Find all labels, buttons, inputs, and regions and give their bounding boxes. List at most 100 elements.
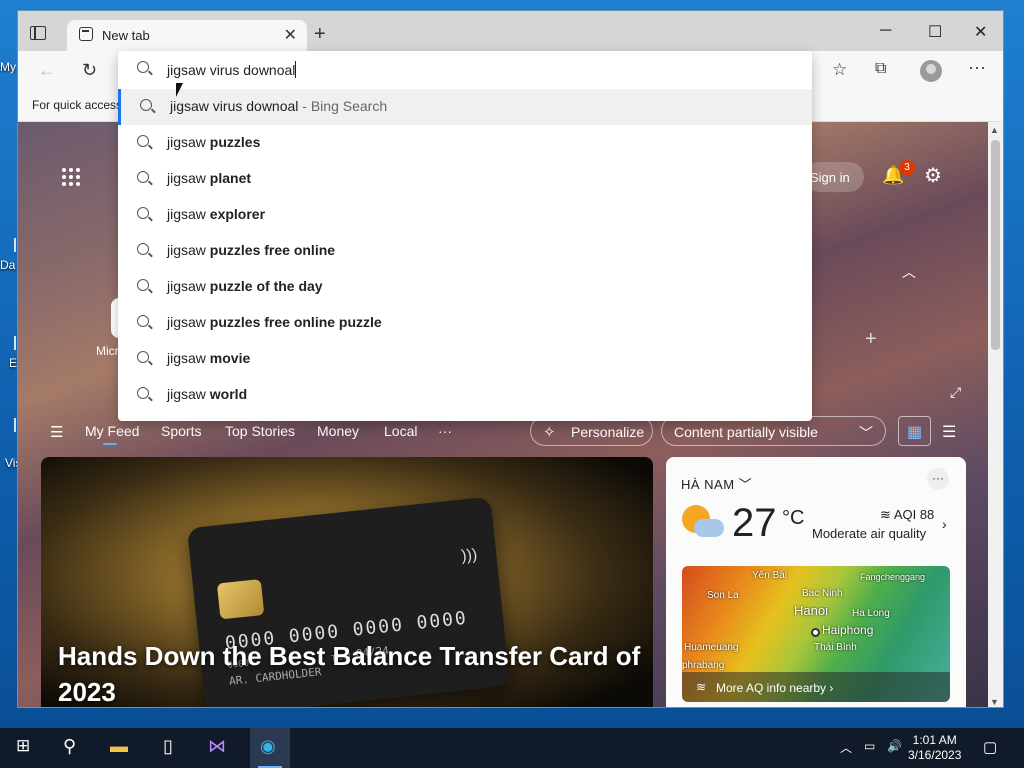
personalize-label: Personalize	[571, 424, 645, 440]
suggestion-completion: movie	[209, 350, 251, 366]
weather-location[interactable]: HÀ NAM ﹀	[681, 474, 752, 493]
scrollbar[interactable]: ▲ ▼	[988, 122, 1003, 707]
more-aq-info-link[interactable]: ≋ More AQ info nearby ›	[682, 672, 950, 702]
minimize-button[interactable]: ─	[880, 22, 891, 40]
hero-article-title[interactable]: Hands Down the Best Balance Transfer Car…	[58, 638, 648, 707]
notifications-icon[interactable]: ▢	[983, 738, 997, 756]
suggestion-text: jigsaw	[167, 170, 210, 186]
feed-tab-my-feed[interactable]: My Feed	[85, 423, 139, 445]
desktop-icon[interactable]	[14, 238, 16, 252]
search-icon	[137, 61, 149, 73]
feed-tab-top-stories[interactable]: Top Stories	[225, 423, 295, 439]
new-tab-plus-icon[interactable]: +	[314, 23, 326, 46]
sign-in-button[interactable]: Sign in	[804, 162, 864, 192]
suggestion-completion: puzzles	[209, 134, 261, 150]
suggestion-completion: planet	[209, 170, 252, 186]
address-bar[interactable]: jigsaw virus downoal	[118, 51, 812, 89]
collections-icon[interactable]: ⧉	[875, 60, 886, 78]
weather-unit: °C	[782, 507, 805, 529]
tray-chevron-up-icon[interactable]: ︿	[840, 739, 852, 756]
weather-more-icon[interactable]: ···	[927, 468, 949, 490]
feed-more-icon[interactable]: ···	[438, 423, 452, 439]
suggestion-completion: puzzles free online puzzle	[209, 314, 382, 330]
suggestion-item[interactable]: jigsaw puzzles	[118, 125, 812, 161]
network-icon[interactable]: ▭	[864, 739, 875, 753]
scroll-up-icon[interactable]: ▲	[990, 125, 999, 135]
text-caret	[295, 61, 296, 78]
volume-icon[interactable]: 🔊	[887, 739, 902, 753]
suggestion-item[interactable]: jigsaw world	[118, 377, 812, 413]
visual-studio-icon[interactable]: ⋈	[208, 736, 226, 757]
aqi-value: ≋ AQI 88	[880, 507, 934, 523]
map-label: Ha Long	[852, 608, 890, 619]
favorites-bar-text: For quick access	[32, 98, 123, 112]
windows-start-icon[interactable]: ⊞	[16, 736, 30, 756]
scroll-down-icon[interactable]: ▼	[990, 697, 999, 707]
settings-more-icon[interactable]: ···	[968, 57, 986, 78]
close-icon[interactable]: ✕	[284, 25, 297, 45]
suggestion-item[interactable]: jigsaw puzzles free online puzzle	[118, 305, 812, 341]
add-quick-link-icon[interactable]: +	[865, 328, 877, 351]
notification-badge: 3	[899, 160, 915, 176]
scrollbar-thumb[interactable]	[991, 140, 1000, 350]
close-window-button[interactable]: ✕	[974, 22, 987, 42]
feed-tab-local[interactable]: Local	[384, 423, 417, 439]
suggestion-item[interactable]: jigsaw explorer	[118, 197, 812, 233]
desktop-icon[interactable]	[14, 418, 16, 432]
edge-taskbar-button[interactable]: ◉	[250, 728, 290, 768]
file-explorer-icon[interactable]: ▬	[110, 736, 128, 757]
expand-icon[interactable]: ⤢	[950, 384, 961, 401]
aqi-icon: ≋	[696, 680, 707, 694]
chevron-up-icon[interactable]: ︿	[902, 262, 916, 282]
map-label: Fangchenggang	[860, 572, 926, 582]
quick-link-label[interactable]: Micr	[96, 344, 119, 358]
search-icon	[137, 279, 149, 291]
refresh-icon[interactable]: ↻	[82, 60, 97, 81]
back-arrow-icon[interactable]: ←	[38, 60, 56, 81]
gear-icon[interactable]: ⚙	[924, 163, 942, 188]
app-launcher-icon[interactable]	[62, 168, 80, 186]
suggestion-item[interactable]: jigsaw planet	[118, 161, 812, 197]
taskbar: ⊞ ⚲ ▬ ▯ ⋈ ◉ ︿ ▭ 🔊 1:01 AM 3/16/2023 ▢	[0, 728, 1024, 768]
map-label: Yên Bái	[752, 570, 788, 581]
suggestion-item[interactable]: jigsaw virus downoal - Bing Search	[118, 89, 812, 125]
search-icon[interactable]: ⚲	[63, 736, 76, 757]
favorites-star-icon[interactable]: ☆	[832, 60, 847, 80]
search-icon	[137, 243, 149, 255]
suggestion-item[interactable]: jigsaw puzzle of the day	[118, 269, 812, 305]
suggestion-item[interactable]: jigsaw movie	[118, 341, 812, 377]
feed-tab-sports[interactable]: Sports	[161, 423, 201, 439]
suggestion-item[interactable]: jigsaw puzzles free online	[118, 233, 812, 269]
personalize-icon: ✧	[543, 424, 556, 441]
suggestion-completion: puzzles free online	[209, 242, 336, 258]
tab-actions-icon[interactable]	[30, 26, 46, 40]
notepad-icon[interactable]: ▯	[163, 736, 173, 757]
grid-view-icon[interactable]: ▦	[898, 416, 931, 446]
suggestion-completion: explorer	[209, 206, 266, 222]
tab-new-tab[interactable]: New tab ✕	[67, 20, 307, 51]
profile-avatar-icon[interactable]	[920, 60, 942, 82]
hero-article-card[interactable]: ))) 0000 0000 0000 0000 0000 AR. CARDHOL…	[41, 457, 653, 707]
chevron-right-icon[interactable]: ›	[942, 516, 947, 532]
aqi-description: Moderate air quality	[812, 526, 927, 541]
feed-menu-icon[interactable]: ☰	[50, 423, 63, 441]
search-icon	[137, 351, 149, 363]
desktop-icon-label[interactable]: Da	[0, 258, 18, 272]
suggestion-completion: world	[209, 386, 248, 402]
clock-date: 3/16/2023	[908, 748, 962, 762]
desktop-icon[interactable]	[14, 336, 16, 350]
address-bar-input[interactable]: jigsaw virus downoal	[167, 62, 295, 78]
feed-tab-money[interactable]: Money	[317, 423, 359, 439]
system-clock[interactable]: 1:01 AM 3/16/2023	[908, 733, 961, 763]
map-label: Huameuang	[684, 642, 739, 653]
list-view-icon[interactable]: ☰	[942, 422, 956, 442]
weather-location-name: HÀ NAM	[681, 477, 735, 492]
maximize-button[interactable]: ☐	[928, 22, 942, 42]
search-icon	[137, 135, 149, 147]
search-icon	[140, 99, 152, 111]
aq-map[interactable]: Yên Bái Fangchenggang Son La Bac Ninh Ha…	[682, 566, 950, 702]
desktop-icon-label[interactable]: My	[0, 60, 18, 74]
search-icon	[137, 387, 149, 399]
content-visibility-label: Content partially visible	[674, 424, 818, 440]
tab-title: New tab	[102, 28, 150, 43]
